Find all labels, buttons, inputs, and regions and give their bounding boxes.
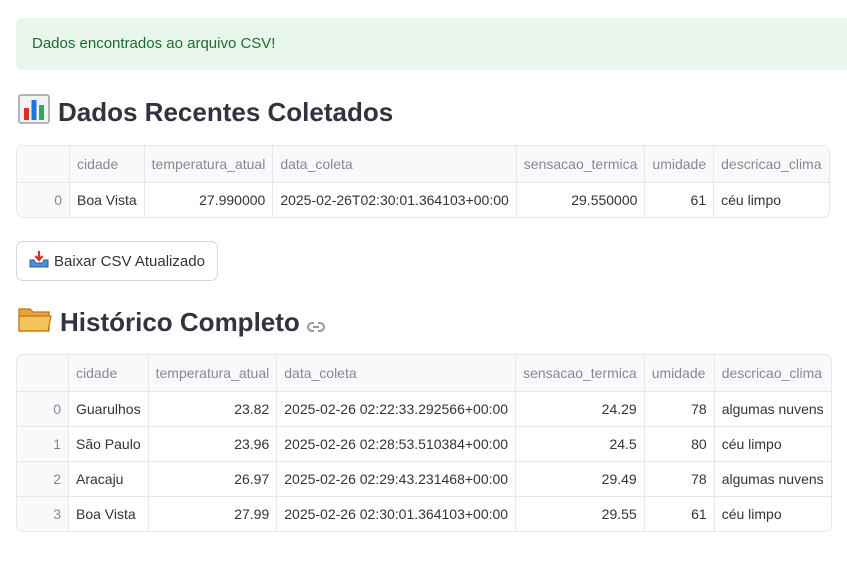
app-page: Dados encontrados ao arquivo CSV! Dados … [0,0,847,575]
column-header-temperatura-atual[interactable]: temperatura_atual [144,146,274,183]
cell-descricao-clima[interactable]: algumas nuvens [714,391,831,427]
column-header-descricao-clima[interactable]: descricao_clima [714,355,831,392]
cell-umidade[interactable]: 61 [644,496,715,531]
bar-chart-icon [18,94,50,131]
table-header-row: cidade temperatura_atual data_coleta sen… [17,355,831,392]
cell-sensacao-termica[interactable]: 24.29 [515,391,645,427]
cell-descricao-clima[interactable]: céu limpo [714,183,829,218]
row-index: 0 [17,182,70,217]
cell-data-coleta[interactable]: 2025-02-26T02:30:01.364103+00:00 [272,182,517,217]
table-row[interactable]: 1 São Paulo 23.96 2025-02-26 02:28:53.51… [17,426,831,462]
recent-data-table[interactable]: cidade temperatura_atual data_coleta sen… [16,145,830,218]
cell-cidade[interactable]: Boa Vista [68,496,149,531]
folder-icon [18,305,52,340]
table-row[interactable]: 2 Aracaju 26.97 2025-02-26 02:29:43.2314… [17,461,831,497]
history-table[interactable]: cidade temperatura_atual data_coleta sen… [16,354,832,532]
row-index: 3 [17,496,69,531]
recent-data-heading: Dados Recentes Coletados [18,94,393,131]
download-csv-button[interactable]: Baixar CSV Atualizado [16,241,218,281]
row-index: 2 [17,461,69,497]
cell-data-coleta[interactable]: 2025-02-26 02:29:43.231468+00:00 [276,461,517,497]
table-row[interactable]: 0 Boa Vista 27.990000 2025-02-26T02:30:0… [17,182,829,218]
column-header-temperatura-atual[interactable]: temperatura_atual [148,355,278,392]
cell-data-coleta[interactable]: 2025-02-26 02:30:01.364103+00:00 [276,496,517,531]
success-alert-text: Dados encontrados ao arquivo CSV! [32,35,276,52]
column-header-cidade[interactable]: cidade [68,355,149,392]
column-header-descricao-clima[interactable]: descricao_clima [713,146,829,183]
table-row[interactable]: 3 Boa Vista 27.99 2025-02-26 02:30:01.36… [17,496,831,532]
cell-data-coleta[interactable]: 2025-02-26 02:22:33.292566+00:00 [276,391,517,427]
cell-sensacao-termica[interactable]: 29.55 [515,496,645,531]
cell-descricao-clima[interactable]: céu limpo [714,426,831,462]
table-row[interactable]: 0 Guarulhos 23.82 2025-02-26 02:22:33.29… [17,391,831,427]
cell-cidade[interactable]: São Paulo [68,426,149,462]
recent-data-title: Dados Recentes Coletados [58,97,394,127]
table-header-row: cidade temperatura_atual data_coleta sen… [17,146,829,183]
cell-sensacao-termica[interactable]: 29.49 [515,461,645,497]
cell-umidade[interactable]: 78 [644,461,715,497]
cell-temperatura-atual[interactable]: 23.96 [148,426,278,462]
cell-sensacao-termica[interactable]: 29.550000 [516,182,646,217]
cell-umidade[interactable]: 80 [644,426,715,462]
cell-cidade[interactable]: Aracaju [68,461,149,497]
column-header-sensacao-termica[interactable]: sensacao_termica [515,355,645,392]
column-header-umidade[interactable]: umidade [644,146,715,183]
cell-sensacao-termica[interactable]: 24.5 [515,426,645,462]
cell-temperatura-atual[interactable]: 27.990000 [144,182,274,217]
column-header-cidade[interactable]: cidade [69,146,145,183]
download-csv-label: Baixar CSV Atualizado [54,252,205,270]
column-header-data-coleta[interactable]: data_coleta [272,146,517,183]
column-header-data-coleta[interactable]: data_coleta [276,355,517,392]
cell-descricao-clima[interactable]: algumas nuvens [714,461,831,497]
cell-descricao-clima[interactable]: céu limpo [714,497,830,532]
cell-umidade[interactable]: 61 [644,182,715,217]
history-heading: Histórico Completo [18,305,325,340]
cell-temperatura-atual[interactable]: 26.97 [148,461,278,497]
history-title: Histórico Completo [60,307,300,337]
cell-temperatura-atual[interactable]: 27.99 [148,496,278,531]
column-header-index[interactable] [17,146,70,183]
cell-cidade[interactable]: Boa Vista [69,182,145,217]
row-index: 0 [17,391,69,427]
column-header-umidade[interactable]: umidade [644,355,715,392]
column-header-index[interactable] [17,355,69,392]
cell-umidade[interactable]: 78 [644,391,715,427]
success-alert: Dados encontrados ao arquivo CSV! [16,18,847,70]
inbox-tray-icon [29,250,49,272]
column-header-sensacao-termica[interactable]: sensacao_termica [516,146,646,183]
cell-data-coleta[interactable]: 2025-02-26 02:28:53.510384+00:00 [276,426,517,462]
link-icon[interactable] [306,309,325,340]
row-index: 1 [17,426,69,462]
cell-cidade[interactable]: Guarulhos [68,391,149,427]
cell-temperatura-atual[interactable]: 23.82 [148,391,278,427]
